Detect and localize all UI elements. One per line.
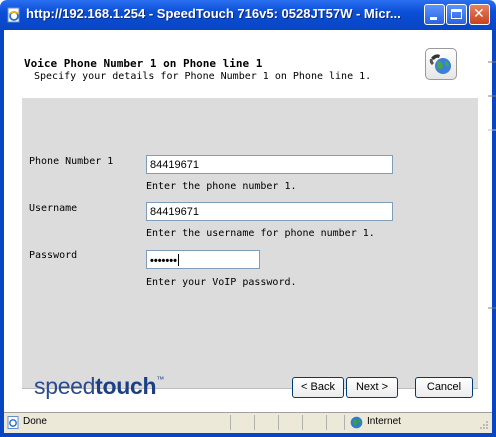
form-panel: Phone Number 1 84419671 Enter the phone … xyxy=(22,98,478,389)
logo-bold-text: touch xyxy=(95,373,157,399)
logo-trademark: ™ xyxy=(156,375,164,384)
resize-grip-icon[interactable] xyxy=(479,420,489,430)
status-bar: Done Internet xyxy=(4,412,492,433)
security-zone-label: Internet xyxy=(367,416,401,427)
page-subtitle: Specify your details for Phone Number 1 … xyxy=(34,71,372,82)
window-titlebar[interactable]: http://192.168.1.254 - SpeedTouch 716v5:… xyxy=(0,0,496,30)
speedtouch-logo: speedtouch™ xyxy=(34,373,164,400)
window-frame: Voice Phone Number 1 on Phone line 1 Spe… xyxy=(0,30,496,437)
maximize-icon xyxy=(451,9,462,19)
ie-page-icon xyxy=(7,7,20,23)
maximize-button[interactable] xyxy=(446,4,467,25)
cancel-button[interactable]: Cancel xyxy=(415,377,473,398)
username-hint: Enter the username for phone number 1. xyxy=(146,228,375,239)
status-divider xyxy=(344,415,345,430)
status-divider xyxy=(302,415,303,430)
status-divider xyxy=(230,415,231,430)
wizard-page: Voice Phone Number 1 on Phone line 1 Spe… xyxy=(4,30,492,433)
username-input[interactable]: 84419671 xyxy=(146,202,393,221)
phone-number-label: Phone Number 1 xyxy=(29,156,114,167)
minimize-icon xyxy=(430,17,437,20)
window-title: http://192.168.1.254 - SpeedTouch 716v5:… xyxy=(26,6,401,21)
phone-globe-icon xyxy=(425,48,457,80)
phone-number-input[interactable]: 84419671 xyxy=(146,155,393,174)
close-button[interactable]: ✕ xyxy=(469,4,490,25)
page-title: Voice Phone Number 1 on Phone line 1 xyxy=(24,57,263,70)
text-caret xyxy=(177,254,179,266)
status-divider xyxy=(278,415,279,430)
close-icon: ✕ xyxy=(473,6,485,22)
back-button[interactable]: < Back xyxy=(292,377,344,398)
minimize-button[interactable] xyxy=(424,4,445,25)
password-label: Password xyxy=(29,250,78,261)
password-hint: Enter your VoIP password. xyxy=(146,277,297,288)
status-text: Done xyxy=(23,416,47,427)
phone-number-hint: Enter the phone number 1. xyxy=(146,181,297,192)
page-done-icon xyxy=(7,416,19,429)
status-divider xyxy=(254,415,255,430)
background-page-edge xyxy=(488,61,496,309)
logo-light-text: speed xyxy=(34,373,96,399)
password-input[interactable]: ••••••• xyxy=(146,250,260,269)
username-label: Username xyxy=(29,203,78,214)
next-button[interactable]: Next > xyxy=(346,377,398,398)
password-mask: ••••••• xyxy=(150,255,177,267)
status-divider xyxy=(326,415,327,430)
internet-globe-icon xyxy=(350,416,363,429)
